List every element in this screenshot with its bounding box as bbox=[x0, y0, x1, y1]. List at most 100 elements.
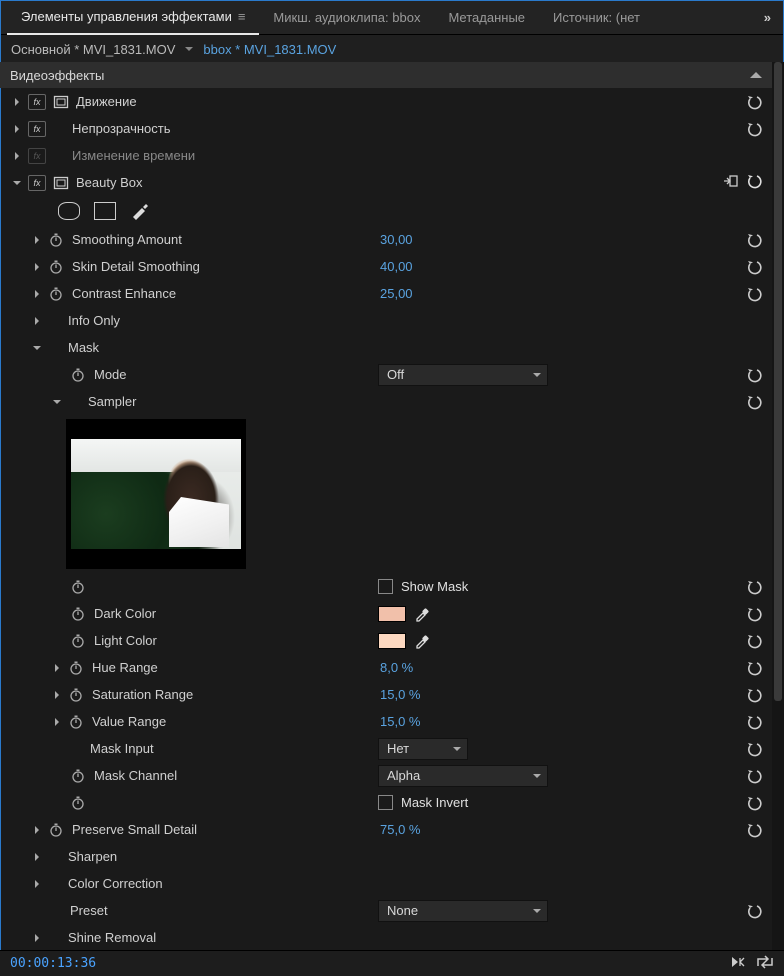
param-value[interactable]: 40,00 bbox=[380, 259, 413, 274]
dark-color-swatch[interactable] bbox=[378, 606, 406, 622]
param-skin-detail-smoothing[interactable]: Skin Detail Smoothing 40,00 bbox=[0, 253, 772, 280]
reset-icon[interactable] bbox=[746, 394, 762, 410]
stopwatch-icon[interactable] bbox=[68, 660, 84, 676]
mask-invert-checkbox[interactable]: Mask Invert bbox=[378, 795, 468, 810]
reset-icon[interactable] bbox=[746, 94, 762, 110]
param-contrast-enhance[interactable]: Contrast Enhance 25,00 bbox=[0, 280, 772, 307]
stopwatch-icon[interactable] bbox=[70, 768, 86, 784]
param-preset[interactable]: Preset None bbox=[0, 897, 772, 924]
param-value[interactable]: 8,0 % bbox=[380, 660, 413, 675]
stopwatch-icon[interactable] bbox=[48, 286, 64, 302]
twisty-icon[interactable] bbox=[30, 317, 44, 325]
collapse-icon[interactable] bbox=[750, 72, 762, 78]
mode-dropdown[interactable]: Off bbox=[378, 364, 548, 386]
group-mask[interactable]: Mask bbox=[0, 334, 772, 361]
ellipse-mask-icon[interactable] bbox=[58, 202, 80, 220]
stopwatch-icon[interactable] bbox=[48, 822, 64, 838]
reset-icon[interactable] bbox=[746, 822, 762, 838]
video-effects-header[interactable]: Видеоэффекты bbox=[0, 62, 772, 88]
mask-channel-dropdown[interactable]: Alpha bbox=[378, 765, 548, 787]
fx-badge-icon[interactable]: fx bbox=[28, 175, 46, 191]
tab-metadata[interactable]: Метаданные bbox=[434, 1, 539, 35]
chevron-down-icon[interactable] bbox=[185, 47, 193, 55]
tab-audio-mixer[interactable]: Микш. аудиоклипа: bbox bbox=[259, 1, 434, 35]
reset-icon[interactable] bbox=[746, 687, 762, 703]
param-value[interactable]: 15,0 % bbox=[380, 687, 420, 702]
group-sharpen[interactable]: Sharpen bbox=[0, 843, 772, 870]
timecode-display[interactable]: 00:00:13:36 bbox=[10, 956, 96, 971]
twisty-icon[interactable] bbox=[30, 826, 44, 834]
scrollbar-thumb[interactable] bbox=[774, 62, 782, 701]
reset-icon[interactable] bbox=[746, 741, 762, 757]
vertical-scrollbar[interactable] bbox=[772, 62, 784, 950]
param-mask-invert[interactable]: Mask Invert bbox=[0, 789, 772, 816]
stopwatch-icon[interactable] bbox=[70, 367, 86, 383]
stopwatch-icon[interactable] bbox=[70, 579, 86, 595]
effect-motion[interactable]: fx Движение bbox=[0, 88, 772, 115]
effect-opacity[interactable]: fx Непрозрачность bbox=[0, 115, 772, 142]
reset-icon[interactable] bbox=[746, 367, 762, 383]
twisty-icon[interactable] bbox=[10, 98, 24, 106]
param-saturation-range[interactable]: Saturation Range 15,0 % bbox=[0, 681, 772, 708]
param-value[interactable]: 15,0 % bbox=[380, 714, 420, 729]
snap-icon[interactable] bbox=[722, 174, 738, 191]
reset-icon[interactable] bbox=[746, 232, 762, 248]
mask-input-dropdown[interactable]: Нет bbox=[378, 738, 468, 760]
fx-badge-icon[interactable]: fx bbox=[28, 121, 46, 137]
reset-icon[interactable] bbox=[746, 795, 762, 811]
twisty-icon[interactable] bbox=[30, 880, 44, 888]
tab-effect-controls[interactable]: Элементы управления эффектами ≡ bbox=[7, 1, 259, 35]
tab-overflow-icon[interactable]: » bbox=[758, 10, 777, 25]
reset-icon[interactable] bbox=[746, 633, 762, 649]
stopwatch-icon[interactable] bbox=[48, 232, 64, 248]
twisty-down-icon[interactable] bbox=[50, 398, 64, 406]
play-only-icon[interactable] bbox=[730, 955, 746, 972]
pen-mask-icon[interactable] bbox=[130, 202, 150, 220]
param-value[interactable]: 25,00 bbox=[380, 286, 413, 301]
effect-time-remap[interactable]: fx Изменение времени bbox=[0, 142, 772, 169]
twisty-icon[interactable] bbox=[50, 718, 64, 726]
rect-mask-icon[interactable] bbox=[94, 202, 116, 220]
reset-icon[interactable] bbox=[746, 579, 762, 595]
twisty-icon[interactable] bbox=[30, 236, 44, 244]
tab-source[interactable]: Источник: (нет bbox=[539, 1, 654, 35]
param-show-mask[interactable]: Show Mask bbox=[0, 573, 772, 600]
param-value-range[interactable]: Value Range 15,0 % bbox=[0, 708, 772, 735]
twisty-icon[interactable] bbox=[30, 263, 44, 271]
breadcrumb-clip[interactable]: bbox * MVI_1831.MOV bbox=[203, 42, 336, 57]
group-sampler[interactable]: Sampler bbox=[0, 388, 772, 415]
stopwatch-icon[interactable] bbox=[70, 633, 86, 649]
param-value[interactable]: 30,00 bbox=[380, 232, 413, 247]
reset-icon[interactable] bbox=[746, 768, 762, 784]
reset-icon[interactable] bbox=[746, 660, 762, 676]
reset-icon[interactable] bbox=[746, 714, 762, 730]
param-info-only[interactable]: Info Only bbox=[0, 307, 772, 334]
reset-icon[interactable] bbox=[746, 903, 762, 919]
twisty-icon[interactable] bbox=[10, 152, 24, 160]
reset-icon[interactable] bbox=[746, 173, 762, 192]
twisty-icon[interactable] bbox=[50, 691, 64, 699]
group-color-correction[interactable]: Color Correction bbox=[0, 870, 772, 897]
mask-rect-icon[interactable] bbox=[52, 94, 70, 110]
stopwatch-icon[interactable] bbox=[70, 795, 86, 811]
loop-icon[interactable] bbox=[756, 955, 774, 972]
param-dark-color[interactable]: Dark Color bbox=[0, 600, 772, 627]
param-preserve-small-detail[interactable]: Preserve Small Detail 75,0 % bbox=[0, 816, 772, 843]
breadcrumb-master[interactable]: Основной * MVI_1831.MOV bbox=[11, 42, 175, 57]
group-shine-removal[interactable]: Shine Removal bbox=[0, 924, 772, 950]
stopwatch-icon[interactable] bbox=[68, 714, 84, 730]
eyedropper-icon[interactable] bbox=[414, 606, 430, 622]
effect-beauty-box[interactable]: fx Beauty Box bbox=[0, 169, 772, 196]
reset-icon[interactable] bbox=[746, 259, 762, 275]
twisty-down-icon[interactable] bbox=[10, 179, 24, 187]
twisty-icon[interactable] bbox=[30, 934, 44, 942]
mask-rect-icon[interactable] bbox=[52, 175, 70, 191]
stopwatch-icon[interactable] bbox=[70, 606, 86, 622]
param-value[interactable]: 75,0 % bbox=[380, 822, 420, 837]
param-smoothing-amount[interactable]: Smoothing Amount 30,00 bbox=[0, 226, 772, 253]
twisty-down-icon[interactable] bbox=[30, 344, 44, 352]
reset-icon[interactable] bbox=[746, 121, 762, 137]
param-mask-channel[interactable]: Mask Channel Alpha bbox=[0, 762, 772, 789]
twisty-icon[interactable] bbox=[30, 290, 44, 298]
param-hue-range[interactable]: Hue Range 8,0 % bbox=[0, 654, 772, 681]
